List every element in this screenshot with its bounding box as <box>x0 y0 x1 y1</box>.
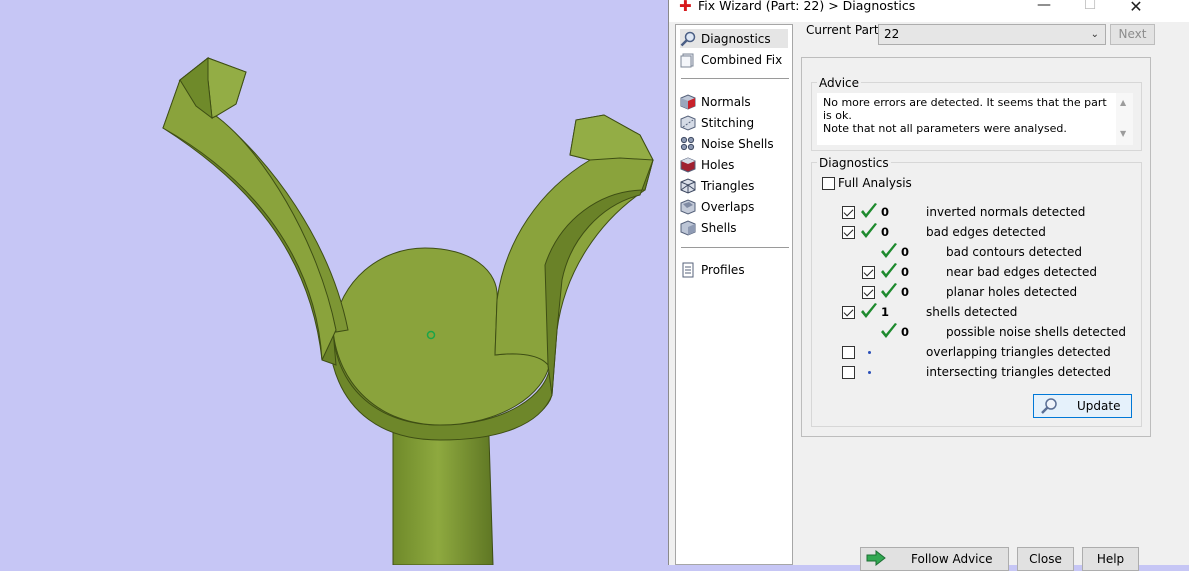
nav-item-label: Normals <box>701 94 751 109</box>
nav-item-label: Stitching <box>701 115 755 130</box>
nav-item-label: Diagnostics <box>701 31 771 46</box>
diagnostic-label: possible noise shells detected <box>946 325 1127 339</box>
checkmark-icon <box>861 223 877 238</box>
nav-item-diagnostics[interactable]: Diagnostics <box>680 29 788 48</box>
diagnostic-label: intersecting triangles detected <box>926 365 1111 379</box>
diagnostic-count: 1 <box>881 305 890 319</box>
diagnostic-checkbox[interactable] <box>842 346 855 359</box>
diagnostic-label: near bad edges detected <box>946 265 1097 279</box>
nav-item-noise-shells[interactable]: Noise Shells <box>680 134 788 153</box>
nav-item-label: Triangles <box>701 178 755 193</box>
full-analysis-checkbox[interactable] <box>822 177 835 190</box>
normals-cube-icon <box>680 93 696 110</box>
magnifier-icon <box>680 31 696 46</box>
window-title: Fix Wizard (Part: 22) > Diagnostics <box>698 0 916 13</box>
next-button[interactable]: Next <box>1110 24 1155 45</box>
pending-dot-icon <box>868 371 871 374</box>
current-part-value: 22 <box>884 27 900 41</box>
nav-item-label: Overlaps <box>701 199 755 214</box>
nav-item-shells[interactable]: Shells <box>680 218 788 237</box>
diagnostic-checkbox[interactable] <box>862 266 875 279</box>
nav-item-label: Shells <box>701 220 737 235</box>
red-cross-icon: ✚ <box>679 0 692 15</box>
nav-item-overlaps[interactable]: Overlaps <box>680 197 788 216</box>
advice-text: No more errors are detected. It seems th… <box>823 96 1113 135</box>
diagnostics-group-title: Diagnostics <box>817 156 891 170</box>
advice-textbox[interactable]: No more errors are detected. It seems th… <box>817 93 1133 145</box>
part-model <box>162 56 654 565</box>
nav-divider <box>681 247 789 248</box>
nav-item-normals[interactable]: Normals <box>680 92 788 111</box>
follow-advice-label: Follow Advice <box>911 552 993 566</box>
diagnostic-checkbox[interactable] <box>842 306 855 319</box>
arrow-right-icon <box>866 550 886 566</box>
current-part-select[interactable]: 22 ⌄ <box>878 24 1106 45</box>
scroll-up-icon[interactable]: ▲ <box>1120 98 1126 107</box>
close-button[interactable]: Close <box>1017 547 1074 571</box>
nav-item-triangles[interactable]: Triangles <box>680 176 788 195</box>
stitching-icon <box>680 114 696 131</box>
diagnostic-count: 0 <box>881 205 890 219</box>
noise-shells-icon <box>680 136 695 150</box>
diagnostic-count: 0 <box>901 265 910 279</box>
chevron-down-icon: ⌄ <box>1090 29 1099 40</box>
diagnostic-checkbox[interactable] <box>842 206 855 219</box>
fix-steps-nav: Diagnostics Combined Fix Normals Stitchi… <box>675 24 793 565</box>
diagnostic-label: shells detected <box>926 305 1018 319</box>
close-icon[interactable]: ✕ <box>1121 0 1151 16</box>
3d-viewport[interactable] <box>0 0 668 565</box>
checkmark-icon <box>881 323 897 338</box>
pending-dot-icon <box>868 351 871 354</box>
holes-cube-icon <box>680 156 696 173</box>
profiles-icon <box>682 262 694 277</box>
nav-item-profiles[interactable]: Profiles <box>680 260 788 279</box>
nav-divider <box>681 78 789 79</box>
diagnostic-label: planar holes detected <box>946 285 1078 299</box>
diagnostic-count: 0 <box>881 225 890 239</box>
checkmark-icon <box>881 263 897 278</box>
advice-scrollbar[interactable]: ▲ ▼ <box>1116 93 1133 145</box>
full-analysis-label: Full Analysis <box>838 176 912 190</box>
update-label: Update <box>1077 399 1121 413</box>
nav-item-label: Noise Shells <box>701 136 774 151</box>
diagnostic-label: bad edges detected <box>926 225 1046 239</box>
nav-item-stitching[interactable]: Stitching <box>680 113 788 132</box>
diagnostic-label: bad contours detected <box>946 245 1082 259</box>
nav-item-label: Combined Fix <box>701 52 783 67</box>
nav-item-combined-fix[interactable]: Combined Fix <box>680 50 788 69</box>
diagnostic-label: overlapping triangles detected <box>926 345 1111 359</box>
follow-advice-button[interactable]: Follow Advice <box>860 547 1009 571</box>
diagnostic-checkbox[interactable] <box>862 286 875 299</box>
magnifier-icon <box>1041 398 1057 414</box>
triangles-icon <box>680 177 696 194</box>
diagnostic-count: 0 <box>901 245 910 259</box>
fix-wizard-dialog: ✚ Fix Wizard (Part: 22) > Diagnostics — … <box>668 0 1189 571</box>
nav-item-holes[interactable]: Holes <box>680 155 788 174</box>
shells-icon <box>680 219 696 236</box>
advice-group-title: Advice <box>817 76 862 90</box>
nav-item-label: Profiles <box>701 262 745 277</box>
diagnostic-label: inverted normals detected <box>926 205 1086 219</box>
checkmark-icon <box>881 243 897 258</box>
diagnostic-checkbox[interactable] <box>842 366 855 379</box>
minimize-icon[interactable]: — <box>1029 0 1059 13</box>
advice-line: No more errors are detected. It seems th… <box>823 96 1107 122</box>
checkmark-icon <box>881 283 897 298</box>
update-button[interactable]: Update <box>1033 394 1132 418</box>
diagnostic-count: 0 <box>901 285 910 299</box>
current-part-label: Current Part: <box>806 23 883 37</box>
diagnostic-checkbox[interactable] <box>842 226 855 239</box>
advice-line: Note that not all parameters were analys… <box>823 122 1067 135</box>
scroll-down-icon[interactable]: ▼ <box>1120 129 1126 138</box>
title-bar[interactable]: ✚ Fix Wizard (Part: 22) > Diagnostics — … <box>669 0 1189 22</box>
overlaps-icon <box>680 198 696 215</box>
help-button[interactable]: Help <box>1082 547 1139 571</box>
combined-fix-icon <box>680 53 694 67</box>
nav-item-label: Holes <box>701 157 735 172</box>
checkmark-icon <box>861 303 877 318</box>
diagnostic-count: 0 <box>901 325 910 339</box>
maximize-icon[interactable]: ☐ <box>1075 0 1105 13</box>
checkmark-icon <box>861 203 877 218</box>
